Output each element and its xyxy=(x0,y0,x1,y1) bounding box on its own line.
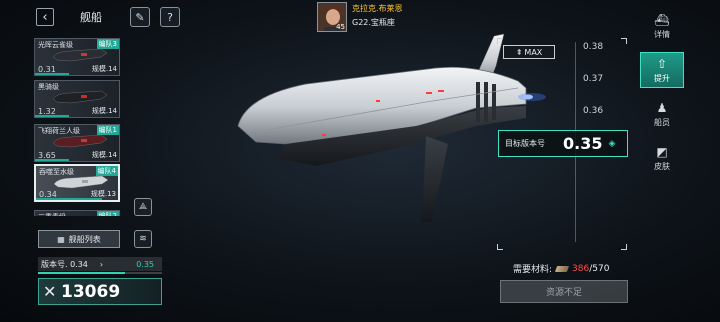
ship-progress-bar xyxy=(36,198,102,200)
ship-name: 吞噬至水级 xyxy=(39,168,74,176)
ship-list-label: 舰船列表 xyxy=(68,234,101,244)
target-version-box[interactable]: 目标版本号 0.35 ◈ xyxy=(498,130,628,157)
ship-icon: ⛴ xyxy=(654,12,670,27)
nav-crew[interactable]: ♟ 船员 xyxy=(640,96,684,132)
materials-row: 需要材料: 386/570 xyxy=(513,262,610,276)
fleet-badge: 编队2 xyxy=(96,211,119,216)
max-arrow-icon: ⇞ xyxy=(515,47,523,57)
version-current: 版本号. 0.34 xyxy=(41,259,88,269)
fleet-badge: 编队3 xyxy=(96,39,119,49)
crossed-swords-icon: ✕ xyxy=(43,281,57,301)
upgrade-icon: ⇧ xyxy=(656,56,668,71)
ship-name: 三重奏级 xyxy=(38,212,66,216)
materials-label: 需要材料: xyxy=(513,265,553,275)
panel-corner xyxy=(621,38,627,44)
page-title: 舰船 xyxy=(80,11,102,24)
target-version-value: 0.35 xyxy=(563,134,603,153)
ship-name: 光晖云雀级 xyxy=(38,41,73,49)
combat-power-value: 13069 xyxy=(61,281,121,302)
ship-scale: 规模.14 xyxy=(91,151,117,159)
ship-scale: 规模.14 xyxy=(91,107,117,115)
sort-button[interactable]: ≋ xyxy=(134,230,152,248)
ship-card[interactable]: 飞翔荷兰人级 编队1 3.65 规模.14 xyxy=(34,124,120,162)
pilot-name: 克拉克.布莱恩 xyxy=(352,4,403,13)
fleet-badge: 编队4 xyxy=(95,166,118,176)
skin-icon: ◩ xyxy=(656,144,668,159)
panel-corner xyxy=(497,38,503,44)
ship-progress-bar xyxy=(35,159,69,161)
nav-label: 皮肤 xyxy=(654,161,670,171)
filter-button[interactable]: ⟁ xyxy=(134,198,152,216)
target-version-label: 目标版本号 xyxy=(505,139,545,148)
ship-card[interactable]: 光晖云雀级 编队3 0.31 规模.14 xyxy=(34,38,120,76)
materials-need: 570 xyxy=(592,263,610,274)
ship-thumbnail xyxy=(52,90,108,104)
nav-label: 船员 xyxy=(654,117,670,127)
ship-progress-bar xyxy=(35,115,69,117)
wave-icon: ≋ xyxy=(139,234,147,244)
materials-have: 386 xyxy=(572,263,590,274)
material-icon xyxy=(554,265,570,272)
max-button[interactable]: ⇞ MAX xyxy=(503,45,555,59)
ship-list[interactable]: 光晖云雀级 编队3 0.31 规模.14 黑骑级 1.32 规模.14 飞翔荷兰人级 编队1 3.… xyxy=(34,38,152,216)
nav-label: 详情 xyxy=(654,29,670,39)
combat-power-panel: ✕ 13069 xyxy=(38,278,162,305)
max-label: MAX xyxy=(524,47,543,57)
version-progress-fill xyxy=(38,272,125,274)
help-button[interactable]: ? xyxy=(160,7,180,27)
panel-corner xyxy=(621,244,627,250)
fleet-icon: ⟁ xyxy=(138,202,148,212)
version-tick[interactable]: 0.38 xyxy=(583,42,603,52)
nav-upgrade[interactable]: ⇧ 提升 xyxy=(640,52,684,88)
brush-icon: ✎ xyxy=(135,10,145,24)
nav-label: 提升 xyxy=(654,73,670,83)
version-row: 版本号. 0.34 › 0.35 xyxy=(38,257,162,271)
customize-button[interactable]: ✎ xyxy=(130,7,150,27)
version-progress-bar xyxy=(38,272,162,274)
ship-scale: 规模.14 xyxy=(91,65,117,73)
ship-list-button[interactable]: ▦ 舰船列表 xyxy=(38,230,120,248)
ship-progress-bar xyxy=(35,73,69,75)
nav-skin[interactable]: ◩ 皮肤 xyxy=(640,140,684,176)
ship-card[interactable]: 三重奏级 编队2 xyxy=(34,210,120,216)
version-arrow-icon: › xyxy=(99,259,104,269)
panel-corner xyxy=(497,244,503,250)
fleet-badge: 编队1 xyxy=(96,125,119,135)
diamond-icon: ◈ xyxy=(608,138,616,149)
back-chevron-icon: ‹ xyxy=(42,9,48,25)
ship-name: 黑骑级 xyxy=(38,83,59,91)
ship-name: 飞翔荷兰人级 xyxy=(38,127,80,135)
ship-card[interactable]: 黑骑级 1.32 规模.14 xyxy=(34,80,120,118)
grid-icon: ▦ xyxy=(57,234,65,244)
crew-icon: ♟ xyxy=(656,100,668,115)
back-button[interactable]: ‹ xyxy=(36,8,54,26)
question-icon: ? xyxy=(167,10,173,24)
version-target: 0.35 xyxy=(136,259,154,269)
ship-card[interactable]: 吞噬至水级 编队4 0.34 规模.13 xyxy=(34,164,120,202)
version-tick[interactable]: 0.36 xyxy=(583,106,603,116)
upgrade-button[interactable]: 资源不足 xyxy=(500,280,628,303)
nav-ship[interactable]: ⛴ 详情 xyxy=(640,8,684,44)
version-tick[interactable]: 0.37 xyxy=(583,74,603,84)
